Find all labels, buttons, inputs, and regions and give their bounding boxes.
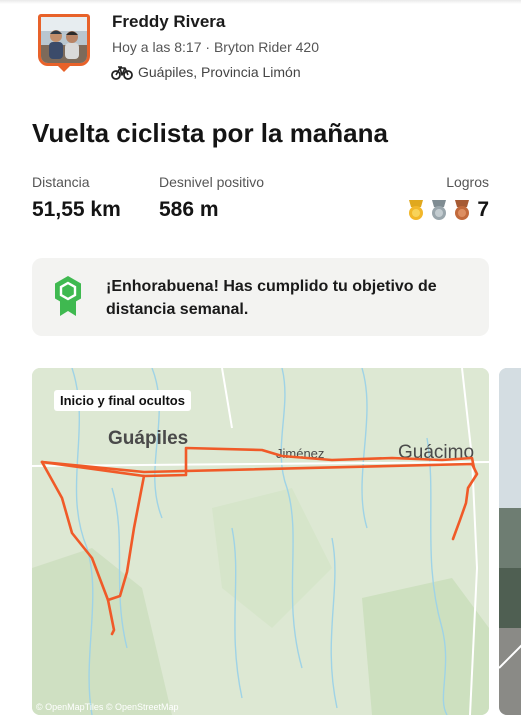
goal-message: ¡Enhorabuena! Has cumplido tu objetivo d… <box>106 278 437 318</box>
elevation-stat: Desnivel positivo 586 m <box>159 174 264 222</box>
avatar-badge-tip <box>56 64 72 72</box>
bike-icon <box>111 65 133 80</box>
distance-value: 51,55 km <box>32 198 121 221</box>
elevation-value: 586 m <box>159 198 219 221</box>
avatar-photo <box>41 17 87 63</box>
gold-medal-icon <box>409 200 424 220</box>
next-media-preview[interactable] <box>499 368 521 715</box>
map-privacy-badge: Inicio y final ocultos <box>54 390 191 411</box>
elevation-label: Desnivel positivo <box>159 174 265 190</box>
activity-header: Freddy Rivera Hoy a las 8:17 · Bryton Ri… <box>32 10 492 86</box>
route-map[interactable]: Guápiles Jiménez Guácimo Inicio y final … <box>32 368 489 715</box>
map-label-guapiles: Guápiles <box>108 428 188 449</box>
weekly-goal-card[interactable]: ¡Enhorabuena! Has cumplido tu objetivo d… <box>32 258 489 336</box>
bronze-medal-icon <box>455 200 470 220</box>
silver-medal-icon <box>432 200 447 220</box>
map-attribution[interactable]: © OpenMapTiles © OpenStreetMap <box>36 702 179 712</box>
avatar[interactable] <box>38 14 90 66</box>
athlete-name[interactable]: Freddy Rivera <box>112 12 225 32</box>
activity-location: Guápiles, Provincia Limón <box>138 64 301 80</box>
distance-stat: Distancia 51,55 km <box>32 174 121 222</box>
medals-row: 7 <box>406 198 489 222</box>
activity-title: Vuelta ciclista por la mañana <box>32 118 388 148</box>
map-canvas: Guápiles Jiménez Guácimo <box>32 368 489 715</box>
activity-meta: Hoy a las 8:17 · Bryton Rider 420 <box>112 39 319 55</box>
achievements-label: Logros <box>446 174 489 190</box>
top-shadow <box>0 0 521 4</box>
photo-thumbnail <box>499 368 521 715</box>
achievements-count: 7 <box>477 198 489 221</box>
goal-badge-icon <box>55 276 81 316</box>
achievements-stat[interactable]: Logros 7 <box>406 174 489 222</box>
location-row: Guápiles, Provincia Limón <box>111 64 301 80</box>
distance-label: Distancia <box>32 174 90 190</box>
